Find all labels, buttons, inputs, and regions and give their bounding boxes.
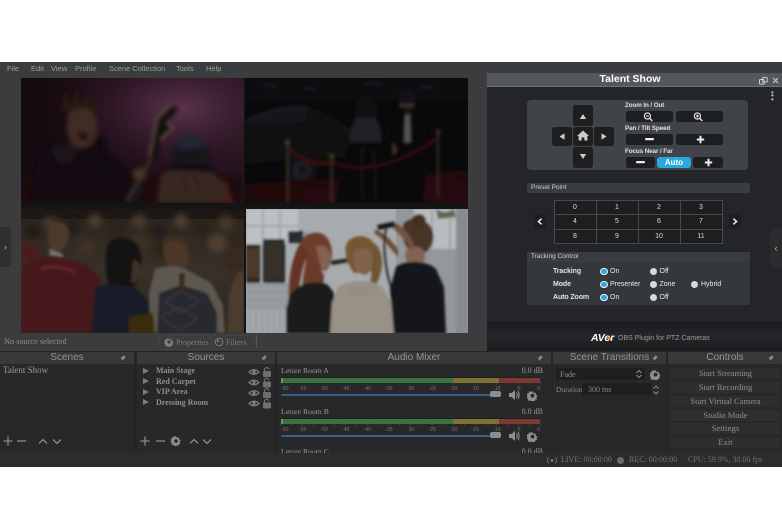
svg-text:-60: -60 <box>281 427 289 433</box>
svg-text:-40: -40 <box>364 427 372 433</box>
svg-text:-30: -30 <box>407 427 415 433</box>
svg-text:-50: -50 <box>320 386 328 392</box>
svg-text:-20: -20 <box>450 427 458 433</box>
svg-text:-45: -45 <box>342 386 350 392</box>
svg-text:-15: -15 <box>471 386 479 392</box>
svg-text:-55: -55 <box>299 427 307 433</box>
svg-text:-25: -25 <box>428 386 436 392</box>
svg-text:-50: -50 <box>320 427 328 433</box>
svg-text:-45: -45 <box>342 427 350 433</box>
svg-text:-35: -35 <box>385 427 393 433</box>
svg-text:-25: -25 <box>428 427 436 433</box>
svg-text:-15: -15 <box>471 427 479 433</box>
svg-text:-35: -35 <box>385 386 393 392</box>
svg-text:-55: -55 <box>299 386 307 392</box>
svg-text:-20: -20 <box>450 386 458 392</box>
svg-text:-30: -30 <box>407 386 415 392</box>
svg-text:-40: -40 <box>364 386 372 392</box>
svg-text:-60: -60 <box>281 386 289 392</box>
